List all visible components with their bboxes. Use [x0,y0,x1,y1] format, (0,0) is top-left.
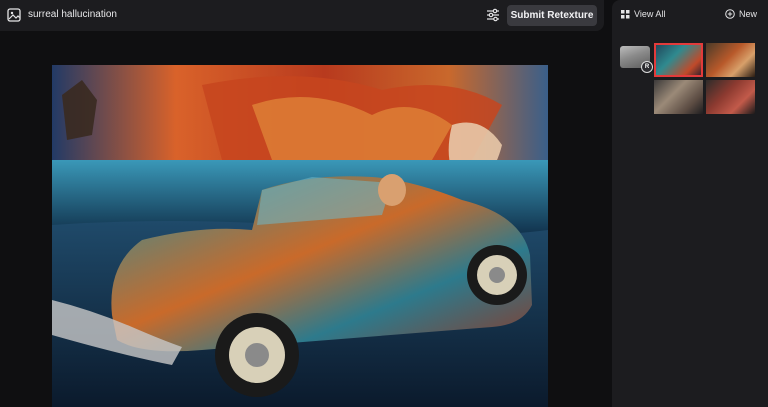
plus-circle-icon [725,9,735,19]
history-panel: View All New R [612,0,768,407]
car-artwork [52,65,548,407]
source-badge: R [641,61,653,73]
prompt-text[interactable]: surreal hallucination [28,9,117,20]
view-all-label: View All [634,9,666,19]
new-button[interactable]: New [725,9,757,19]
submit-retexture-button[interactable]: Submit Retexture [507,5,597,26]
generated-image [52,65,548,407]
sliders-icon[interactable] [486,8,500,22]
grid-icon [621,9,630,18]
view-all-button[interactable]: View All [621,9,665,19]
variation-thumbnail-1[interactable] [654,43,703,77]
top-bar: surreal hallucination Submit Retexture [0,0,604,31]
variation-thumbnail-4[interactable] [706,80,755,114]
image-icon [7,8,21,22]
new-label: New [738,9,757,19]
variation-thumbnail-3[interactable] [654,80,703,114]
variation-thumbnail-2[interactable] [706,43,755,77]
variation-grid [654,43,755,114]
